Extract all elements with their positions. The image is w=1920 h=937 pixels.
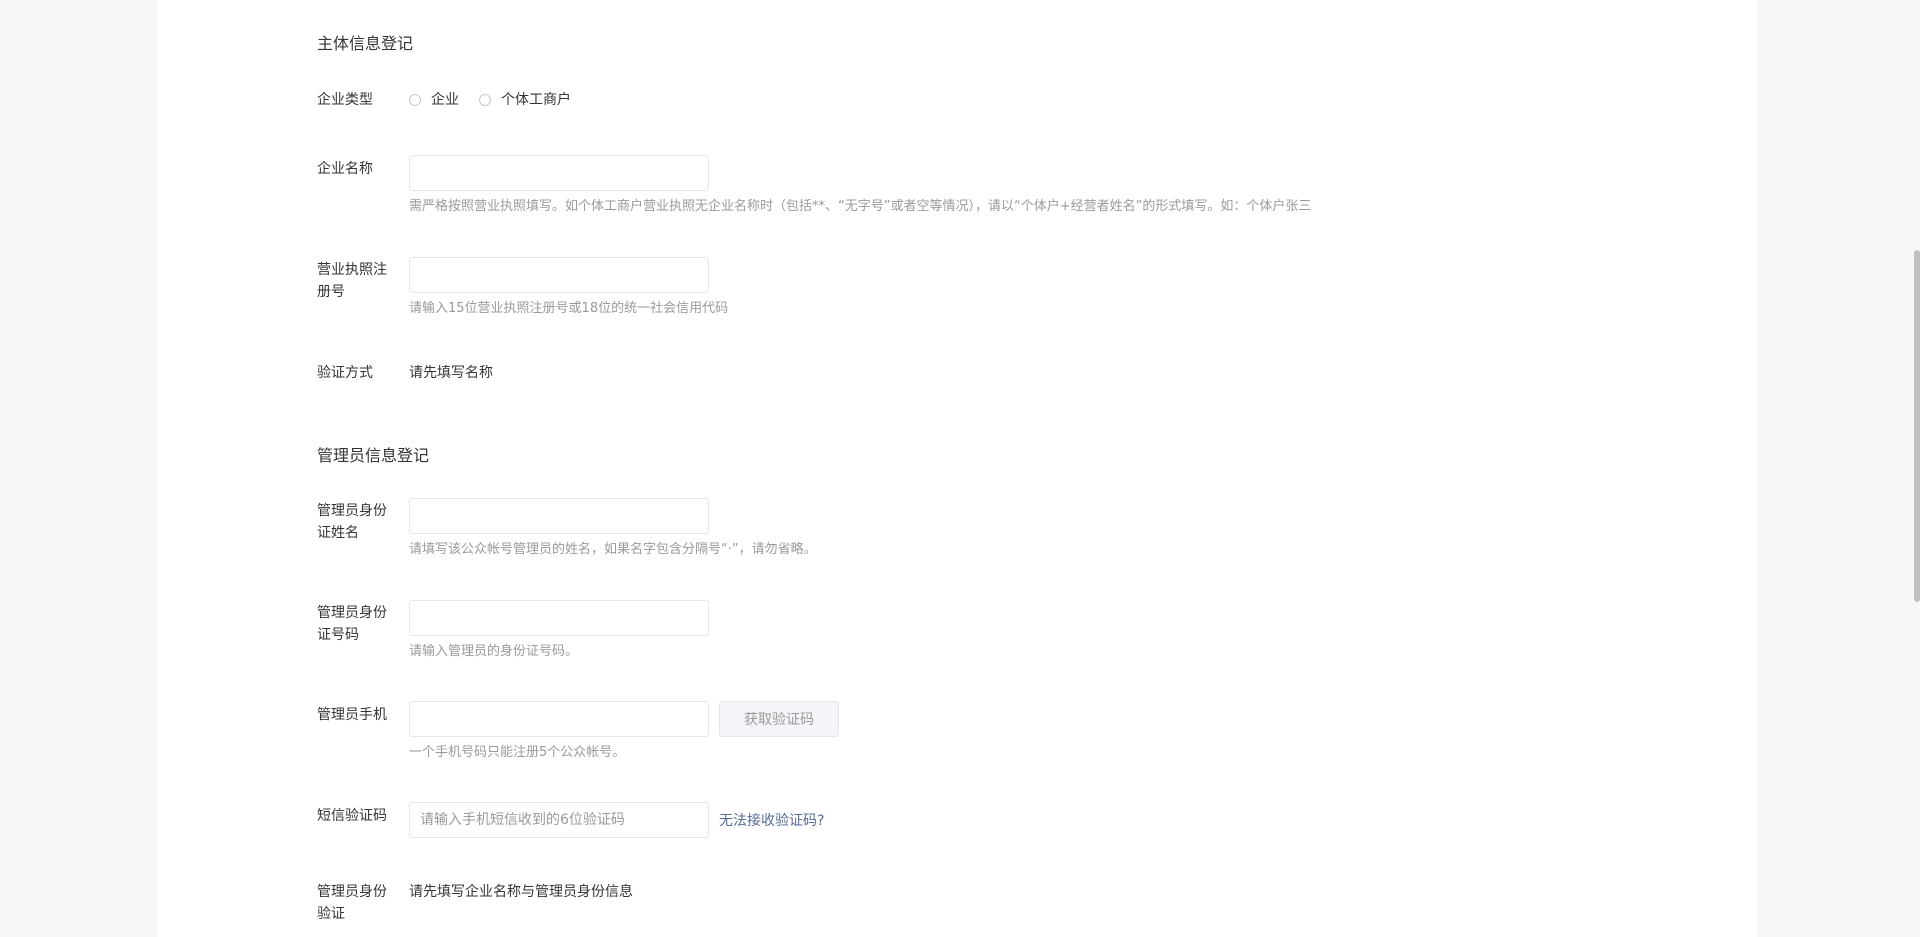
enterprise-name-input[interactable] — [409, 155, 709, 191]
sms-code-input[interactable] — [409, 802, 709, 838]
admin-id-number-field: 请输入管理员的身份证号码。 — [409, 600, 709, 662]
admin-phone-hint: 一个手机号码只能注册5个公众帐号。 — [409, 745, 626, 760]
identity-verify-value: 请先填写企业名称与管理员身份信息 — [409, 884, 633, 900]
radio-circle-icon — [409, 94, 421, 106]
page: 主体信息登记 企业类型 企业 个体工商户 企业名称 需严格按照营业执照填写。如个… — [0, 0, 1920, 937]
enterprise-type-radio-group: 企业 个体工商户 — [409, 89, 591, 111]
admin-phone-label: 管理员手机 — [317, 707, 387, 723]
verify-method-label: 验证方式 — [317, 365, 373, 381]
cannot-receive-code-link[interactable]: 无法接收验证码? — [719, 810, 824, 830]
scrollbar-thumb[interactable] — [1914, 250, 1920, 602]
radio-enterprise-label: 企业 — [431, 92, 459, 108]
verify-method-value: 请先填写名称 — [409, 365, 493, 381]
radio-individual-business-label: 个体工商户 — [501, 92, 571, 108]
admin-id-number-input[interactable] — [409, 600, 709, 636]
scrollbar[interactable] — [1914, 0, 1920, 937]
admin-id-name-label: 管理员身份证姓名 — [317, 503, 387, 541]
enterprise-name-field: 需严格按照营业执照填写。如个体工商户营业执照无企业名称时（包括**、“无字号”或… — [409, 155, 1311, 217]
form-card: 主体信息登记 企业类型 企业 个体工商户 企业名称 需严格按照营业执照填写。如个… — [157, 0, 1757, 937]
radio-circle-icon — [479, 94, 491, 106]
admin-phone-input[interactable] — [409, 701, 709, 737]
license-number-field: 请输入15位营业执照注册号或18位的统一社会信用代码 — [409, 257, 728, 319]
radio-individual-business[interactable]: 个体工商户 — [479, 89, 571, 111]
admin-phone-input-group: 获取验证码 — [409, 701, 839, 737]
license-number-label: 营业执照注册号 — [317, 262, 387, 300]
sms-code-input-group: 无法接收验证码? — [409, 802, 824, 838]
license-number-input[interactable] — [409, 257, 709, 293]
admin-id-number-label: 管理员身份证号码 — [317, 605, 387, 643]
admin-section-title: 管理员信息登记 — [317, 446, 430, 465]
radio-enterprise[interactable]: 企业 — [409, 89, 459, 111]
enterprise-name-hint: 需严格按照营业执照填写。如个体工商户营业执照无企业名称时（包括**、“无字号”或… — [409, 199, 1312, 214]
entity-section-title: 主体信息登记 — [317, 34, 414, 53]
admin-id-name-field: 请填写该公众帐号管理员的姓名，如果名字包含分隔号“·”，请勿省略。 — [409, 498, 817, 560]
identity-verify-label: 管理员身份验证 — [317, 884, 387, 922]
enterprise-name-label: 企业名称 — [317, 161, 373, 177]
enterprise-type-label: 企业类型 — [317, 92, 373, 108]
sms-code-field: 无法接收验证码? — [409, 802, 824, 838]
admin-id-name-hint: 请填写该公众帐号管理员的姓名，如果名字包含分隔号“·”，请勿省略。 — [409, 542, 817, 557]
admin-id-name-input[interactable] — [409, 498, 709, 534]
admin-phone-field: 获取验证码 一个手机号码只能注册5个公众帐号。 — [409, 701, 839, 763]
get-verification-code-button[interactable]: 获取验证码 — [719, 701, 839, 737]
license-number-hint: 请输入15位营业执照注册号或18位的统一社会信用代码 — [409, 301, 729, 316]
admin-id-number-hint: 请输入管理员的身份证号码。 — [409, 644, 579, 659]
sms-code-label: 短信验证码 — [317, 808, 387, 824]
